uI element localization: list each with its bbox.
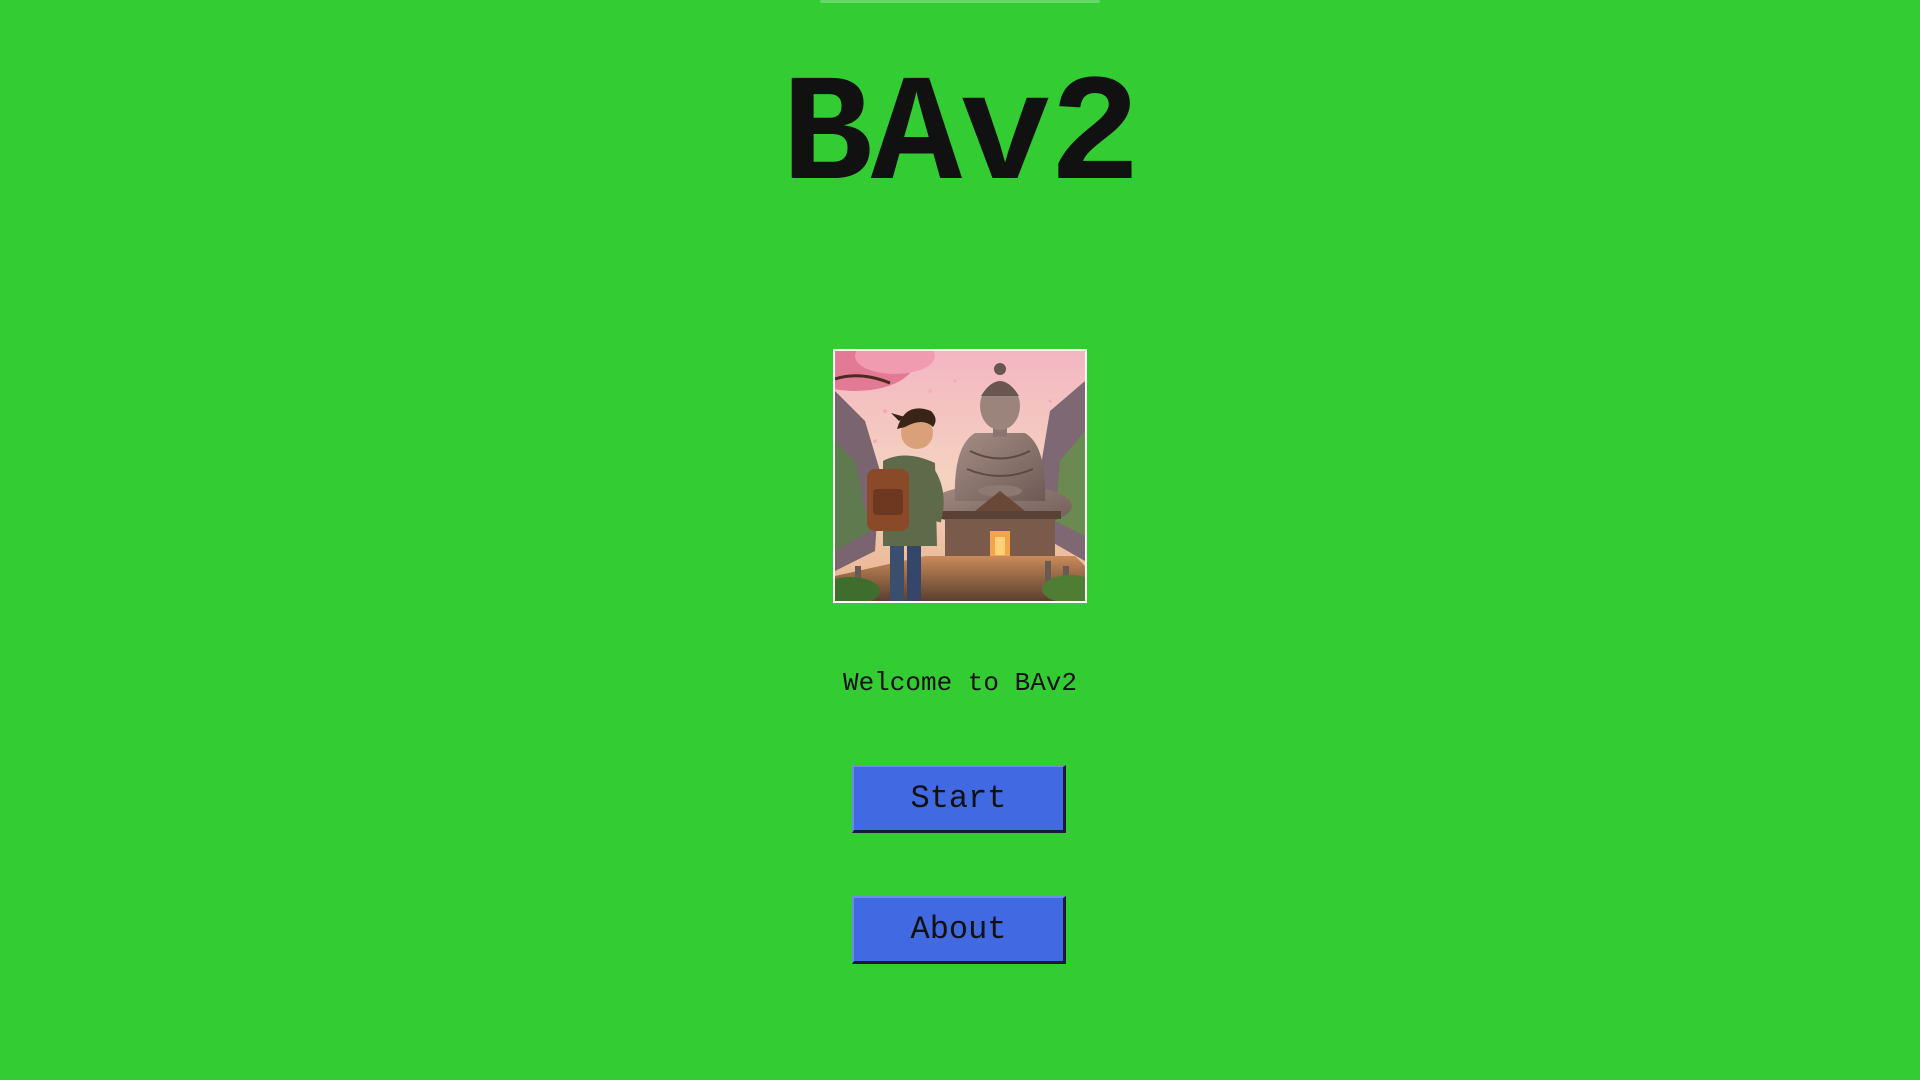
page-title: BAv2 — [781, 51, 1141, 224]
about-button[interactable]: About — [852, 896, 1066, 964]
window-edge-highlight — [820, 0, 1100, 3]
title-screen: BAv2 Welcome to BAv2 Start About — [0, 0, 1920, 1080]
start-button[interactable]: Start — [852, 765, 1066, 833]
cover-art-image — [833, 349, 1087, 603]
welcome-message: Welcome to BAv2 — [842, 668, 1078, 698]
